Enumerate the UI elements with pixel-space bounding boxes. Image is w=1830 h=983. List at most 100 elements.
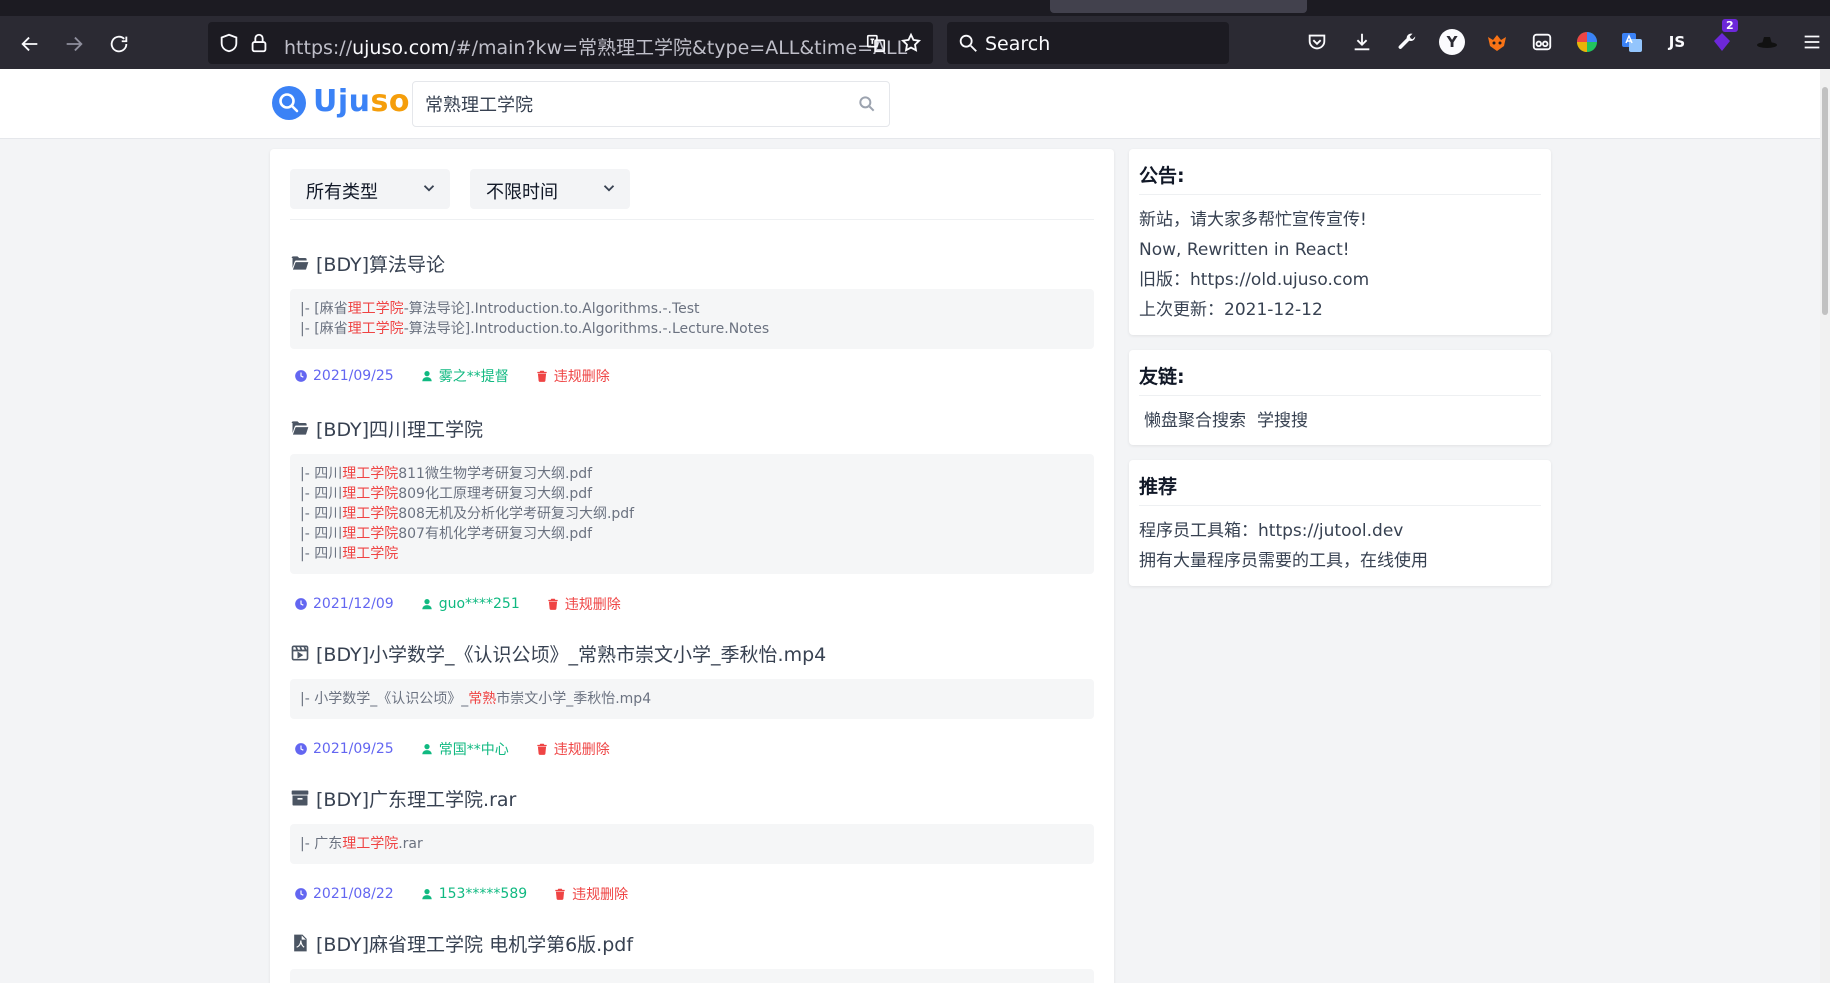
friend-link-xuesousou[interactable]: 学搜搜 <box>1257 411 1308 431</box>
announcement-line: 上次更新：2021-12-12 <box>1139 300 1323 320</box>
friend-link-lanpan[interactable]: 懒盘聚合搜索 <box>1144 411 1246 431</box>
page-scrollbar[interactable] <box>1820 69 1830 983</box>
divider <box>290 219 1094 220</box>
lock-icon[interactable] <box>248 32 270 54</box>
announcement-card: 公告: 新站，请大家多帮忙宣传宣传! Now, Rewritten in Rea… <box>1129 149 1551 335</box>
result-user-text: 常国**中心 <box>438 742 509 758</box>
announcement-line[interactable]: 旧版：https://old.ujuso.com <box>1139 265 1541 295</box>
file-line-highlight: 理工学院 <box>347 321 404 337</box>
result-date-text: 2021/09/25 <box>313 741 394 757</box>
file-line-highlight: 常熟 <box>468 691 497 707</box>
trash-icon <box>555 888 565 900</box>
translate-icon[interactable] <box>865 32 887 54</box>
result-file-list <box>290 969 1094 983</box>
forward-button[interactable] <box>56 26 92 62</box>
report-button-label: 违规删除 <box>564 597 621 613</box>
result-user-text: guo****251 <box>438 596 520 612</box>
result-user-text: 雾之**提督 <box>438 369 509 385</box>
url-text[interactable]: https://ujuso.com/#/main?kw=常熟理工学院&type=… <box>284 33 907 60</box>
tab-strip <box>0 0 1830 16</box>
reload-button[interactable] <box>101 26 137 62</box>
logo-search-icon[interactable] <box>272 86 306 120</box>
result-title[interactable]: [BDY]小学数学_《认识公顷》_常熟市崇文小学_季秋怡.mp4 <box>290 639 826 667</box>
result-meta: 2021/12/09 guo****251 违规删除 <box>294 594 621 614</box>
shield-icon[interactable] <box>218 32 240 54</box>
clock-icon <box>295 743 307 755</box>
result-title[interactable]: [BDY]四川理工学院 <box>290 414 483 442</box>
url-domain: ujuso.com <box>352 37 450 59</box>
result-user: 153*****589 <box>420 886 527 902</box>
folder-open-icon <box>291 421 309 435</box>
report-button[interactable]: 违规删除 <box>553 884 628 904</box>
file-line: |- 四川理工学院 <box>300 544 1084 564</box>
color-wheel-icon[interactable] <box>1574 29 1600 55</box>
recommend-line[interactable]: 程序员工具箱：https://jutool.dev <box>1139 516 1541 546</box>
type-filter-select[interactable]: 所有类型 <box>290 169 450 209</box>
file-line-prefix: |- 四川 <box>300 526 343 542</box>
file-line-prefix: |- [麻省 <box>300 321 348 337</box>
browser-search-bar[interactable]: Search <box>947 22 1229 64</box>
bookmark-star-icon[interactable] <box>900 32 922 54</box>
file-line-prefix: |- 四川 <box>300 486 343 502</box>
file-line-prefix: |- [麻省 <box>300 301 348 317</box>
incognito-hat-icon[interactable] <box>1754 29 1780 55</box>
recommend-card: 推荐 程序员工具箱：https://jutool.dev 拥有大量程序员需要的工… <box>1129 460 1551 586</box>
report-button[interactable]: 违规删除 <box>546 594 621 614</box>
search-button-icon[interactable] <box>857 94 879 116</box>
file-line-highlight: 理工学院 <box>342 506 399 522</box>
friend-links-card: 友链: 懒盘聚合搜索 学搜搜 <box>1129 350 1551 445</box>
result-user-text: 153*****589 <box>438 886 528 902</box>
scrollbar-thumb[interactable] <box>1822 87 1828 315</box>
file-line-suffix: 811微生物学考研复习大纲.pdf <box>398 466 593 482</box>
search-icon <box>957 32 979 54</box>
result-date: 2021/09/25 <box>294 741 394 757</box>
report-button-label: 违规删除 <box>553 369 610 385</box>
report-button[interactable]: 违规删除 <box>535 366 610 386</box>
recommend-title: 推荐 <box>1139 472 1541 506</box>
report-button-label: 违规删除 <box>553 742 610 758</box>
result-title[interactable]: [BDY]算法导论 <box>290 249 445 277</box>
result-title[interactable]: [BDY]广东理工学院.rar <box>290 784 516 812</box>
url-prefix: https:// <box>284 37 353 59</box>
result-title[interactable]: [BDY]麻省理工学院 电机学第6版.pdf <box>290 929 633 957</box>
download-icon[interactable] <box>1349 29 1375 55</box>
browser-chrome: https://ujuso.com/#/main?kw=常熟理工学院&type=… <box>0 0 1830 69</box>
extension-with-badge-icon[interactable]: 2 <box>1709 19 1738 55</box>
browser-toolbar: https://ujuso.com/#/main?kw=常熟理工学院&type=… <box>0 16 1830 69</box>
site-logo[interactable]: Ujuso <box>313 84 410 119</box>
translator-extension-icon[interactable] <box>1619 29 1645 55</box>
result-user: guo****251 <box>420 596 520 612</box>
site-header: Ujuso <box>0 69 1820 139</box>
file-line-suffix: -算法导论].Introduction.to.Algorithms.-.Test <box>403 301 700 317</box>
user-icon <box>422 599 432 610</box>
reader-glasses-icon[interactable] <box>1529 29 1555 55</box>
file-line: |- 四川理工学院811微生物学考研复习大纲.pdf <box>300 464 1084 484</box>
file-line-highlight: 理工学院 <box>342 466 399 482</box>
fox-extension-icon[interactable] <box>1484 29 1510 55</box>
friend-links-title: 友链: <box>1139 362 1541 396</box>
search-input[interactable] <box>425 82 845 126</box>
url-path: /#/main?kw=常熟理工学院&type=ALL&time=ALL <box>449 37 908 59</box>
yandex-extension-icon[interactable]: Y <box>1439 29 1465 55</box>
tab-active[interactable] <box>1050 0 1307 13</box>
js-extension-icon[interactable]: JS <box>1664 29 1690 55</box>
file-line: |- 广东理工学院.rar <box>300 834 1084 854</box>
pocket-icon[interactable] <box>1304 29 1330 55</box>
trash-icon <box>537 743 547 755</box>
file-line: |- [麻省理工学院-算法导论].Introduction.to.Algorit… <box>300 319 1084 339</box>
file-line-suffix: .rar <box>398 836 423 852</box>
clock-icon <box>295 370 307 382</box>
wrench-icon[interactable] <box>1394 29 1420 55</box>
pdf-file-icon <box>294 934 307 952</box>
video-file-icon <box>291 645 309 661</box>
result-date: 2021/08/22 <box>294 886 394 902</box>
url-bar[interactable]: https://ujuso.com/#/main?kw=常熟理工学院&type=… <box>208 22 933 64</box>
back-button[interactable] <box>12 26 48 62</box>
menu-hamburger-icon[interactable] <box>1799 29 1825 55</box>
report-button-label: 违规删除 <box>572 887 629 903</box>
result-file-list: |- 广东理工学院.rar <box>290 824 1094 864</box>
time-filter-select[interactable]: 不限时间 <box>470 169 630 209</box>
report-button[interactable]: 违规删除 <box>535 739 610 759</box>
file-line-suffix: 市崇文小学_季秋怡.mp4 <box>496 691 652 707</box>
clock-icon <box>295 598 307 610</box>
